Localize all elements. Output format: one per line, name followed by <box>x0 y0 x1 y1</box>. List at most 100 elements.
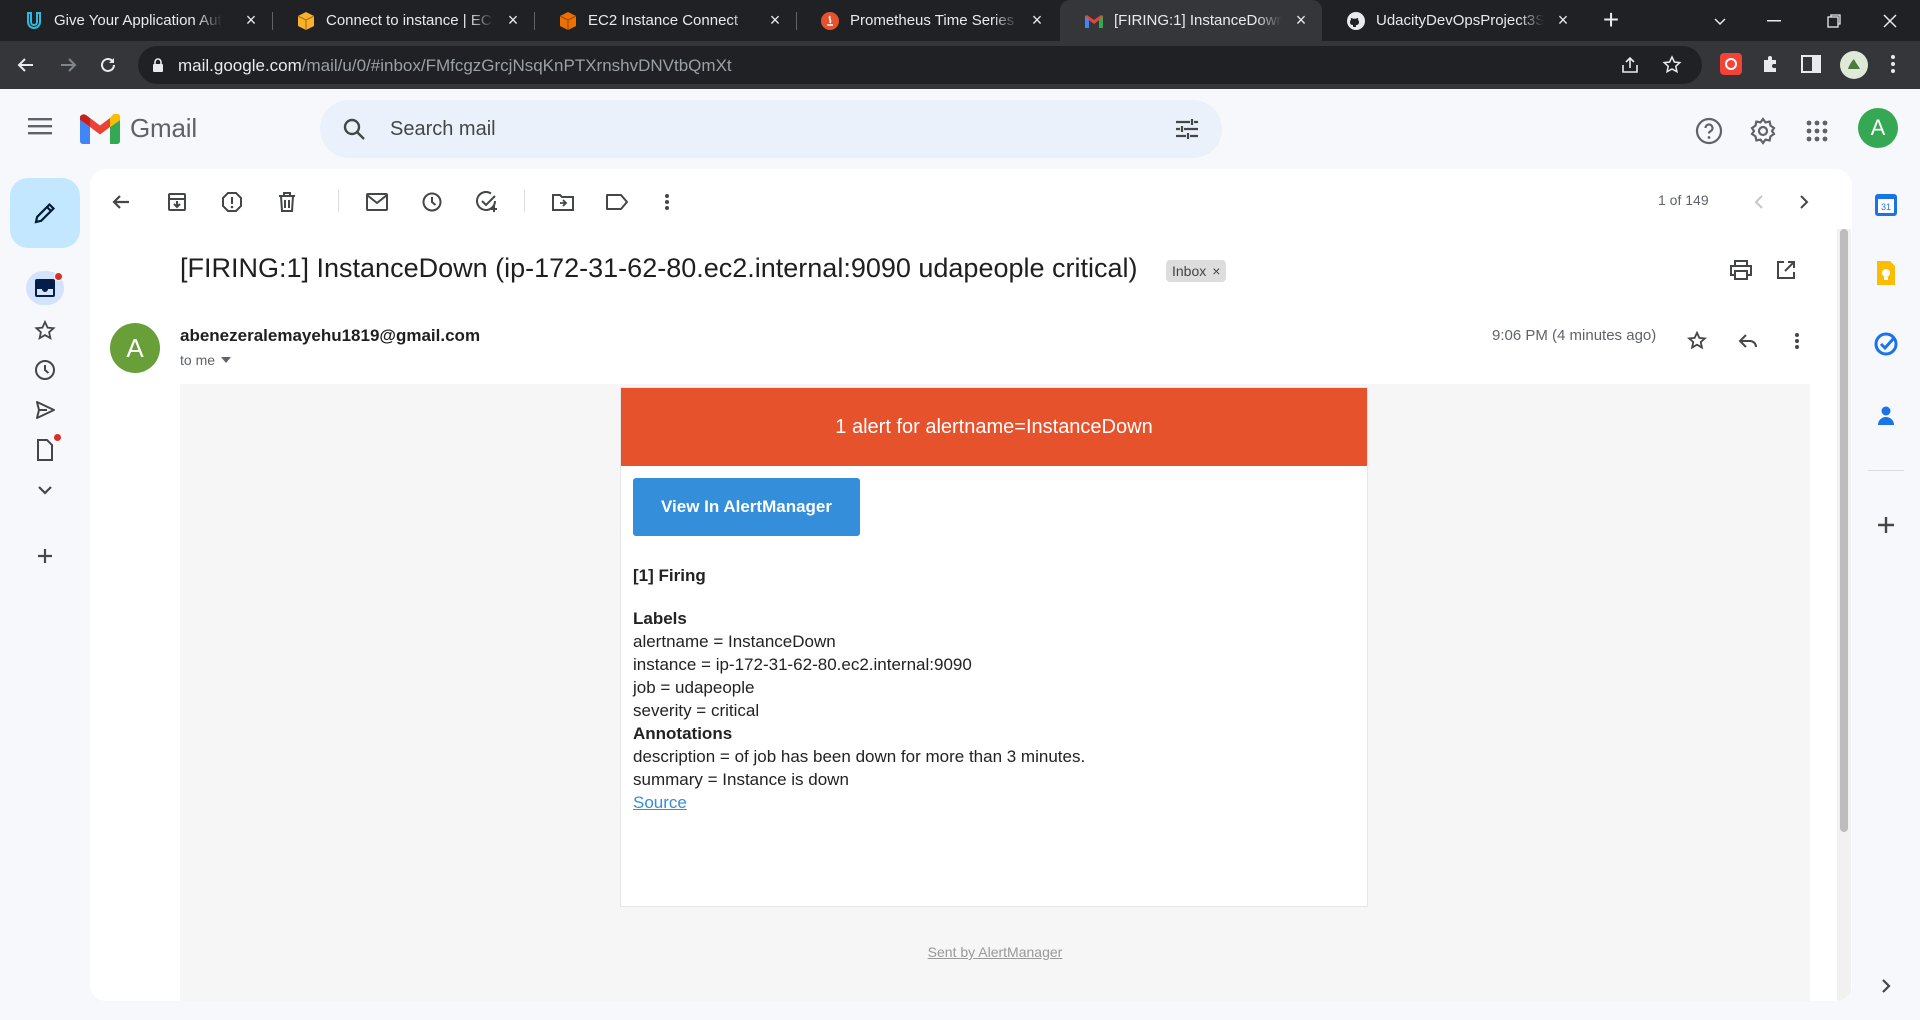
older-chevron-right-icon[interactable] <box>1787 185 1821 219</box>
browser-tab-1[interactable]: Give Your Application Auto × <box>0 0 272 41</box>
label-line: job = udapeople <box>633 678 755 697</box>
extension-record-icon[interactable] <box>1720 53 1744 77</box>
move-to-folder-icon[interactable] <box>546 185 580 219</box>
email-footer: Sent by AlertManager <box>180 944 1810 960</box>
close-tab-icon[interactable]: × <box>1554 11 1572 29</box>
print-icon[interactable] <box>1724 253 1758 287</box>
compose-button[interactable] <box>10 178 80 248</box>
rail-more[interactable] <box>27 472 63 508</box>
tab-title: Prometheus Time Series Co <box>850 12 1018 29</box>
caret-down-icon[interactable] <box>221 357 232 363</box>
browser-menu-icon[interactable] <box>1890 53 1902 77</box>
back-icon[interactable] <box>10 49 42 81</box>
chevron-down-icon <box>38 486 52 495</box>
lock-icon[interactable] <box>152 58 164 77</box>
apps-grid-icon[interactable] <box>1802 116 1832 146</box>
report-spam-icon[interactable] <box>215 185 249 219</box>
sender-email[interactable]: abenezeralemayehu1819@gmail.com <box>180 326 480 346</box>
keep-notes-icon[interactable] <box>1872 259 1900 287</box>
share-icon[interactable] <box>1620 55 1640 75</box>
settings-gear-icon[interactable] <box>1748 116 1778 146</box>
tab-title: EC2 Instance Connect <box>588 12 739 29</box>
close-tab-icon[interactable]: × <box>1292 11 1310 29</box>
delete-trash-icon[interactable] <box>270 185 304 219</box>
rail-snoozed[interactable] <box>27 352 63 388</box>
reload-icon[interactable] <box>92 49 124 81</box>
contacts-icon[interactable] <box>1872 401 1900 429</box>
snooze-clock-icon[interactable] <box>415 185 449 219</box>
browser-tab-3[interactable]: EC2 Instance Connect × <box>534 0 796 41</box>
more-options-icon[interactable] <box>650 185 684 219</box>
rail-drafts[interactable] <box>27 432 63 468</box>
aws-ec2-icon <box>558 11 578 31</box>
url-host: mail.google.com <box>178 56 302 75</box>
aws-cube-icon <box>296 11 316 31</box>
reply-icon[interactable] <box>1731 324 1765 358</box>
side-panel-icon[interactable] <box>1800 53 1824 77</box>
scrollbar-thumb[interactable] <box>1840 229 1848 832</box>
calendar-icon[interactable]: 31 <box>1872 191 1900 219</box>
view-in-alertmanager-button[interactable]: View In AlertManager <box>633 478 860 536</box>
source-link[interactable]: Source <box>633 793 687 813</box>
message-scrollbar[interactable] <box>1837 229 1851 1001</box>
rail-starred[interactable] <box>27 313 63 349</box>
search-icon[interactable] <box>342 117 366 146</box>
search-input[interactable] <box>390 114 1090 144</box>
sent-by-alertmanager-link[interactable]: Sent by AlertManager <box>928 944 1063 960</box>
browser-tab-5-active[interactable]: [FIRING:1] InstanceDown (ip × <box>1060 0 1322 41</box>
close-tab-icon[interactable]: × <box>1028 11 1046 29</box>
pager-count: 1 of 149 <box>1658 192 1709 208</box>
tab-search-icon[interactable] <box>1690 0 1750 41</box>
close-tab-icon[interactable]: × <box>242 11 260 29</box>
send-icon <box>36 401 55 419</box>
get-addons-plus-icon[interactable] <box>1872 511 1900 539</box>
minimize-icon[interactable] <box>1744 0 1804 41</box>
label-tag-icon[interactable] <box>600 185 634 219</box>
archive-icon[interactable] <box>160 185 194 219</box>
email-body: 1 alert for alertname=InstanceDown View … <box>180 384 1810 1001</box>
mark-unread-icon[interactable] <box>360 185 394 219</box>
address-bar[interactable]: mail.google.com/mail/u/0/#inbox/FMfcgzGr… <box>138 46 1702 84</box>
close-window-icon[interactable] <box>1860 0 1920 41</box>
newer-chevron-left-icon[interactable] <box>1742 185 1776 219</box>
unread-dot <box>54 272 63 281</box>
open-new-window-icon[interactable] <box>1769 253 1803 287</box>
gmail-logo[interactable]: Gmail <box>80 113 197 144</box>
new-tab-icon[interactable]: + <box>1596 6 1626 36</box>
inbox-label-chip[interactable]: Inbox × <box>1166 260 1227 282</box>
browser-tab-2[interactable]: Connect to instance | EC2 M × <box>272 0 534 41</box>
restore-icon[interactable] <box>1804 0 1864 41</box>
profile-avatar-icon[interactable] <box>1840 51 1868 79</box>
extensions-puzzle-icon[interactable] <box>1760 53 1784 77</box>
add-to-tasks-icon[interactable] <box>470 185 504 219</box>
draft-icon <box>37 439 53 461</box>
message-more-icon[interactable] <box>1780 324 1814 358</box>
clock-icon <box>35 360 55 380</box>
help-icon[interactable] <box>1694 116 1724 146</box>
star-icon <box>34 320 56 340</box>
close-tab-icon[interactable]: × <box>766 11 784 29</box>
star-message-icon[interactable] <box>1680 324 1714 358</box>
rail-new-label[interactable] <box>27 538 63 574</box>
hide-side-panel-icon[interactable] <box>1872 972 1900 1000</box>
rail-inbox[interactable] <box>26 271 64 305</box>
forward-icon[interactable] <box>52 49 84 81</box>
main-menu-icon[interactable] <box>28 115 56 143</box>
back-to-inbox-icon[interactable] <box>104 185 138 219</box>
close-tab-icon[interactable]: × <box>504 11 522 29</box>
remove-label-icon[interactable]: × <box>1212 263 1220 279</box>
tasks-icon[interactable] <box>1872 330 1900 358</box>
browser-tab-6[interactable]: UdacityDevOpsProject3Setu × <box>1322 0 1584 41</box>
annotations-heading: Annotations <box>633 724 733 743</box>
rail-sent[interactable] <box>27 392 63 428</box>
account-avatar[interactable]: A <box>1858 108 1898 148</box>
tab-title: UdacityDevOpsProject3Setu <box>1376 12 1544 29</box>
pencil-icon <box>34 202 56 224</box>
browser-tab-4[interactable]: Prometheus Time Series Co × <box>796 0 1058 41</box>
search-bar[interactable] <box>320 100 1222 158</box>
bookmark-star-icon[interactable] <box>1662 55 1682 75</box>
recipient-text: to me <box>180 352 216 368</box>
recipient-details[interactable]: to me <box>180 352 232 368</box>
sender-avatar[interactable]: A <box>110 323 160 373</box>
search-options-icon[interactable] <box>1174 117 1200 146</box>
